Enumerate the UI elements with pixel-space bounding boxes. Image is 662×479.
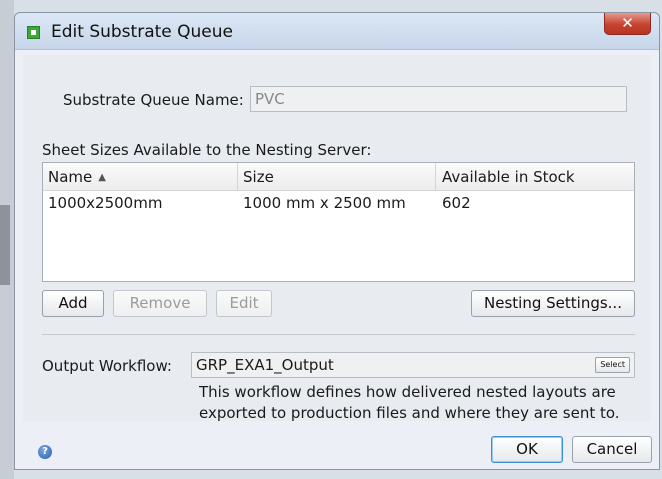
cell-available-in-stock: 602 [442, 194, 471, 212]
dialog-content: Substrate Queue Name: PVC Sheet Sizes Av… [23, 55, 651, 422]
remove-button[interactable]: Remove [113, 290, 207, 317]
output-workflow-value: GRP_EXA1_Output [196, 356, 334, 374]
column-header-size[interactable]: Size [243, 168, 274, 186]
column-header-name[interactable]: Name ▲ [48, 168, 106, 186]
table-row[interactable]: 1000x2500mm 1000 mm x 2500 mm 602 [43, 191, 634, 215]
close-button[interactable]: ✕ [604, 13, 651, 35]
ok-button[interactable]: OK [491, 436, 563, 463]
cell-size: 1000 mm x 2500 mm [243, 194, 406, 212]
close-icon: ✕ [621, 14, 634, 32]
column-divider[interactable] [237, 163, 238, 190]
select-workflow-button[interactable]: Select [595, 357, 630, 373]
nesting-settings-button[interactable]: Nesting Settings... [471, 290, 635, 317]
app-icon [27, 26, 40, 39]
cancel-button[interactable]: Cancel [572, 436, 652, 463]
edit-substrate-queue-dialog: Edit Substrate Queue ✕ Substrate Queue N… [14, 12, 660, 470]
background-window-shadow [0, 205, 10, 285]
sheet-sizes-label: Sheet Sizes Available to the Nesting Ser… [42, 141, 372, 159]
output-workflow-field[interactable]: GRP_EXA1_Output Select [191, 352, 635, 378]
edit-button[interactable]: Edit [216, 290, 272, 317]
help-icon[interactable]: ? [38, 445, 52, 459]
cell-name: 1000x2500mm [48, 194, 163, 212]
substrate-queue-name-label: Substrate Queue Name: [63, 91, 244, 109]
output-workflow-label: Output Workflow: [42, 357, 172, 375]
section-divider [42, 334, 635, 335]
add-button[interactable]: Add [42, 290, 104, 317]
title-bar: Edit Substrate Queue ✕ [15, 13, 659, 50]
column-header-available-in-stock[interactable]: Available in Stock [442, 168, 575, 186]
sort-ascending-icon: ▲ [98, 172, 106, 183]
dialog-title: Edit Substrate Queue [51, 22, 233, 42]
column-divider[interactable] [435, 163, 436, 190]
output-workflow-description: This workflow defines how delivered nest… [199, 383, 620, 422]
substrate-queue-name-field[interactable]: PVC [250, 86, 627, 112]
table-header: Name ▲ Size Available in Stock [43, 163, 634, 191]
background-window-edge [0, 0, 14, 479]
sheet-sizes-table: Name ▲ Size Available in Stock 1000x2500m… [42, 162, 635, 282]
